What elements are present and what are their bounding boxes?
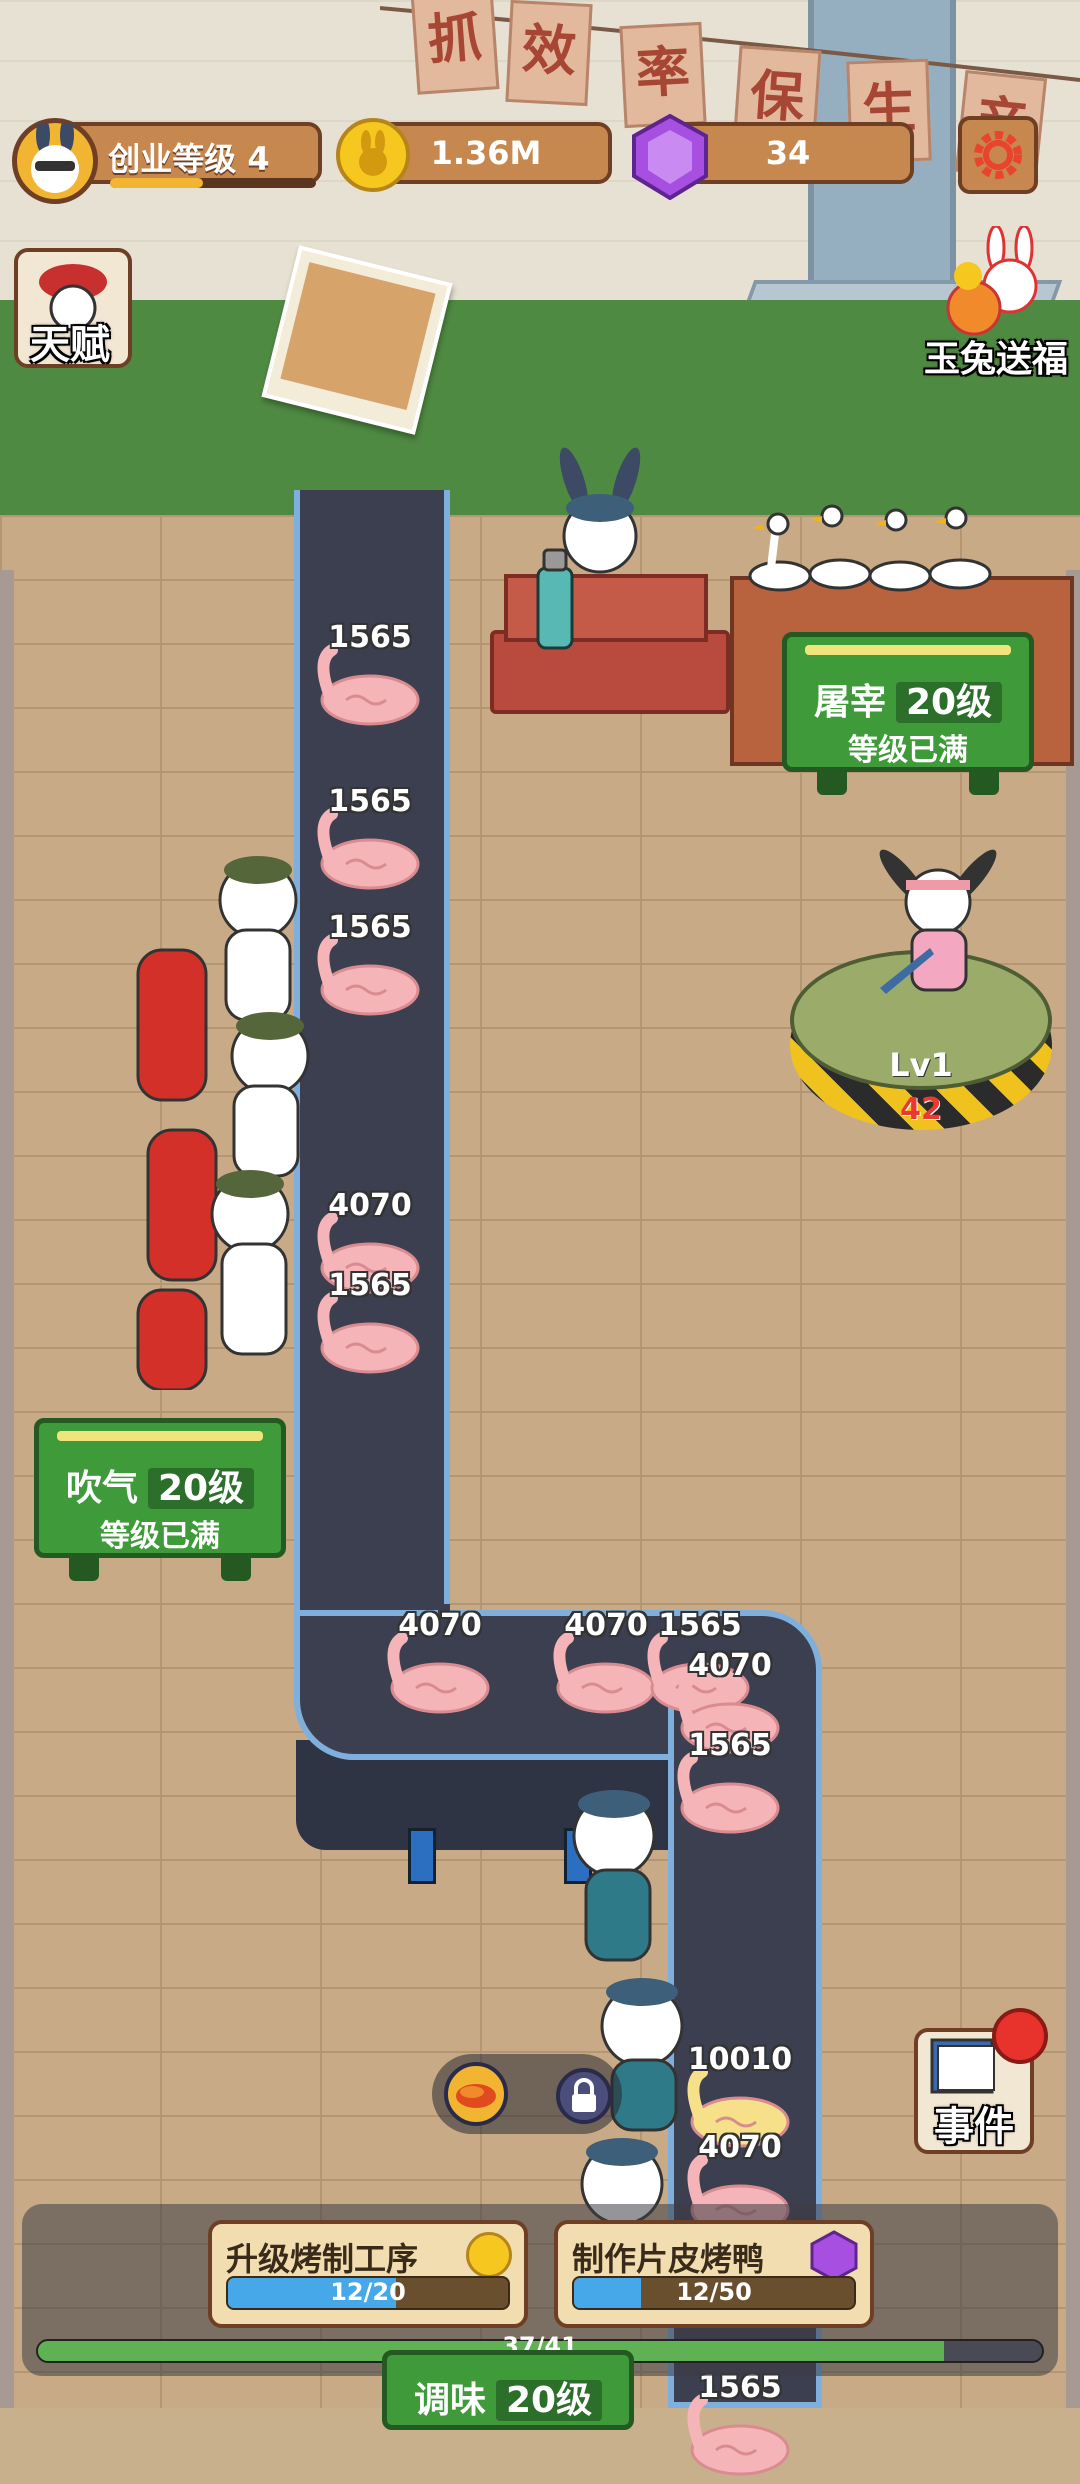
- make-duck-label: 制作片皮烤鸭: [572, 2240, 765, 2278]
- lock-icon: [556, 2068, 612, 2124]
- slaughter-status: 等级已满: [848, 733, 968, 768]
- boost-button[interactable]: [432, 2054, 622, 2134]
- gem-icon: [810, 2230, 858, 2282]
- slaughter-station-panel[interactable]: 屠宰 20级 等级已满: [782, 632, 1034, 795]
- left-wall: [0, 570, 14, 2408]
- slaughter-level: 20级: [895, 682, 1003, 723]
- upgrade-roast-button[interactable]: 升级烤制工序 12/20: [208, 2220, 528, 2328]
- duck-value: 10010: [687, 2042, 793, 2077]
- roast-duck-icon: [444, 2062, 508, 2126]
- duck-value: 1565: [658, 1608, 742, 1643]
- slaughter-name: 屠宰: [813, 682, 886, 723]
- rabbit-avatar-icon: [31, 117, 79, 193]
- conveyor-duck: 1565: [310, 910, 430, 1024]
- banner-flag: 率: [619, 21, 707, 129]
- duck-value: 1565: [328, 1268, 412, 1303]
- duck-value: 4070: [688, 1648, 772, 1683]
- rabbit-gift-label: 玉兔送福: [924, 339, 1069, 380]
- coin-icon: [466, 2232, 512, 2278]
- conveyor-duck: 1565: [680, 2370, 800, 2484]
- thermos-icon: [536, 548, 574, 650]
- talent-label: 天赋: [30, 322, 110, 368]
- inflate-station-panel[interactable]: 吹气 20级 等级已满: [34, 1418, 286, 1581]
- season-name: 调味: [413, 2380, 486, 2421]
- table: [490, 630, 730, 714]
- duck-value: 1565: [328, 784, 412, 819]
- events-label: 事件: [934, 2104, 1014, 2150]
- duck-value: 1565: [328, 620, 412, 655]
- inflate-name: 吹气: [65, 1468, 138, 1509]
- conveyor-duck: 1565: [670, 1728, 790, 1842]
- duck-value: 4070: [328, 1188, 412, 1223]
- level-progress-fill: [110, 178, 203, 188]
- conveyor-post: [408, 1828, 436, 1884]
- avatar[interactable]: [12, 117, 98, 204]
- conveyor-duck: 4070: [380, 1608, 500, 1722]
- inflate-status: 等级已满: [100, 1519, 220, 1554]
- worker-level: Lv1: [889, 1046, 953, 1084]
- upgrade-progress-text: 12/20: [330, 2278, 406, 2306]
- season-station-panel[interactable]: 调味 20级: [382, 2350, 634, 2430]
- banner-flag: 效: [505, 0, 593, 107]
- geese-group: [748, 504, 992, 592]
- conveyor-duck: 1565: [310, 1268, 430, 1382]
- gem-icon: [632, 114, 708, 200]
- upgrade-roast-label: 升级烤制工序: [226, 2240, 419, 2278]
- inflate-level: 20级: [147, 1468, 255, 1509]
- upgrade-progress-bar: 12/20: [226, 2276, 510, 2310]
- season-level: 20级: [495, 2380, 603, 2421]
- duck-value: 4070: [698, 2130, 782, 2165]
- business-level-label: 创业等级 4: [108, 140, 270, 178]
- duck-value: 4070: [398, 1608, 482, 1643]
- make-progress-bar: 12/50: [572, 2276, 856, 2310]
- rabbit-worker-axe: [879, 849, 997, 994]
- coin-icon: [336, 118, 410, 192]
- duck-value: 1565: [328, 910, 412, 945]
- right-wall: [1066, 570, 1080, 2408]
- conveyor-duck: 1565: [310, 620, 430, 734]
- make-progress-text: 12/50: [676, 2278, 752, 2306]
- duck-value: 1565: [688, 1728, 772, 1763]
- inflate-workers: [136, 856, 310, 1390]
- make-duck-button[interactable]: 制作片皮烤鸭 12/50: [554, 2220, 874, 2328]
- conveyor-duck: 1565: [310, 784, 430, 898]
- worker-count: 42: [900, 1092, 942, 1127]
- banner-flag: 抓: [410, 0, 500, 95]
- settings-button[interactable]: [958, 116, 1038, 194]
- notification-dot: [992, 2008, 1048, 2064]
- gear-icon: [974, 131, 1022, 179]
- level-progress-bar: [110, 178, 316, 188]
